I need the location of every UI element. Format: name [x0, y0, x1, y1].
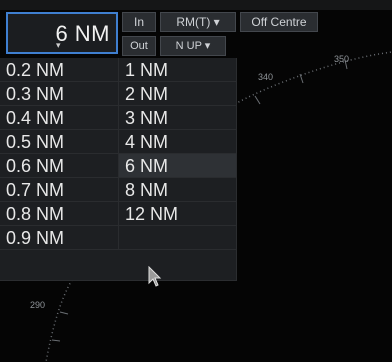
- range-option[interactable]: 0.8 NM: [0, 202, 118, 226]
- range-option[interactable]: 8 NM: [118, 178, 236, 202]
- range-option-selected[interactable]: 6 NM: [118, 154, 236, 178]
- chevron-down-icon: ▾: [56, 40, 61, 50]
- bearing-label-290: 290: [30, 300, 46, 310]
- range-option[interactable]: 4 NM: [118, 130, 236, 154]
- orientation-button[interactable]: N UP ▾: [160, 36, 226, 56]
- range-option[interactable]: 2 NM: [118, 82, 236, 106]
- range-option[interactable]: 0.3 NM: [0, 82, 118, 106]
- range-option[interactable]: 1 NM: [118, 58, 236, 82]
- bearing-label-340: 340: [258, 72, 274, 82]
- bearing-label-350: 350: [334, 54, 350, 64]
- range-option[interactable]: 0.6 NM: [0, 154, 118, 178]
- range-option[interactable]: 12 NM: [118, 202, 236, 226]
- radar-screen: 340 350 290 6 NM ▾ In RM(T) ▾ Off Centre…: [0, 0, 392, 362]
- range-option-empty: [118, 226, 236, 250]
- mouse-pointer-icon: [148, 266, 162, 287]
- range-dropdown-list: 0.2 NM 0.3 NM 0.4 NM 0.5 NM 0.6 NM 0.7 N…: [0, 58, 237, 281]
- off-centre-button[interactable]: Off Centre: [240, 12, 318, 32]
- range-option[interactable]: 0.7 NM: [0, 178, 118, 202]
- range-option[interactable]: 3 NM: [118, 106, 236, 130]
- range-selector[interactable]: 6 NM ▾: [6, 12, 118, 54]
- range-option[interactable]: 0.9 NM: [0, 226, 118, 250]
- range-out-button[interactable]: Out: [122, 36, 156, 56]
- range-option[interactable]: 0.4 NM: [0, 106, 118, 130]
- motion-mode-button[interactable]: RM(T) ▾: [160, 12, 236, 32]
- range-in-button[interactable]: In: [122, 12, 156, 32]
- range-option[interactable]: 0.2 NM: [0, 58, 118, 82]
- range-option[interactable]: 0.5 NM: [0, 130, 118, 154]
- range-value: 6 NM: [55, 21, 110, 46]
